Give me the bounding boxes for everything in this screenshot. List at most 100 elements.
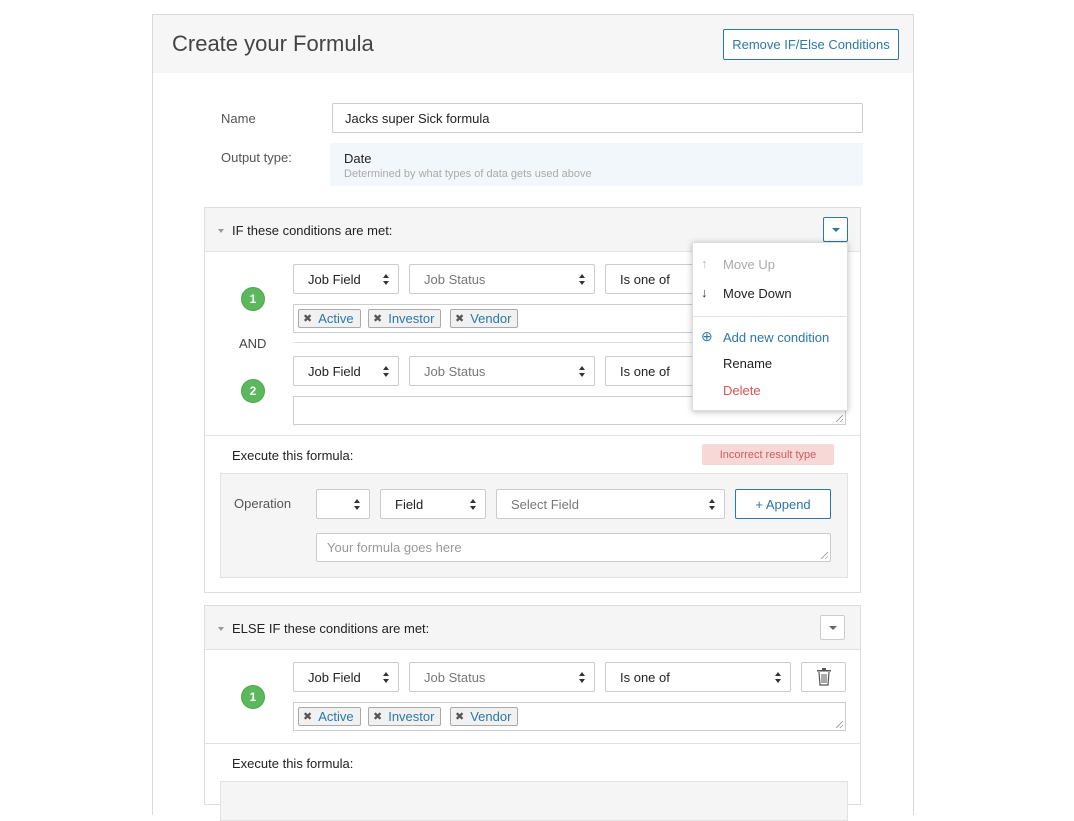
- remove-tag-icon[interactable]: ✖: [303, 312, 312, 325]
- tag-label: Investor: [388, 709, 435, 724]
- trash-icon: [816, 668, 831, 686]
- menu-divider: [693, 316, 847, 317]
- select-arrows-icon: [579, 365, 586, 378]
- divider: [205, 435, 860, 436]
- field-select[interactable]: Job Status: [409, 264, 595, 294]
- remove-tag-icon[interactable]: ✖: [455, 312, 464, 325]
- operation-panel: [220, 781, 848, 821]
- field-select[interactable]: Job Status: [409, 662, 595, 692]
- select-value: Job Field: [308, 669, 361, 685]
- select-value: Is one of: [620, 271, 670, 287]
- name-input[interactable]: Jacks super Sick formula: [332, 103, 863, 133]
- remove-tag-icon[interactable]: ✖: [373, 312, 382, 325]
- output-type-label: Output type:: [221, 150, 292, 165]
- else-if-section-title: ELSE IF these conditions are met:: [232, 621, 430, 636]
- remove-tag-icon[interactable]: ✖: [455, 710, 464, 723]
- tag-input[interactable]: ✖ Active ✖ Investor ✖ Vendor: [293, 304, 693, 333]
- tag-active[interactable]: ✖ Active: [298, 309, 361, 328]
- if-section-title: IF these conditions are met:: [232, 223, 393, 238]
- condition-number: 1: [241, 685, 265, 709]
- operator-select[interactable]: Is one of: [605, 264, 705, 294]
- field-type-select[interactable]: Job Field: [293, 662, 399, 692]
- select-arrows-icon: [354, 498, 361, 511]
- select-value: Job Status: [424, 669, 486, 685]
- output-type-box: Date Determined by what types of data ge…: [330, 143, 863, 186]
- select-value: Select Field: [511, 496, 579, 512]
- else-if-section-header: ELSE IF these conditions are met:: [205, 606, 860, 650]
- select-field-dropdown[interactable]: Select Field: [496, 489, 725, 519]
- collapse-caret-icon[interactable]: [218, 229, 224, 233]
- menu-item-add-condition[interactable]: Add new condition: [723, 330, 829, 345]
- card-header: Create your Formula Remove IF/Else Condi…: [153, 15, 913, 73]
- operation-label: Operation: [234, 496, 292, 511]
- tag-label: Active: [318, 311, 354, 326]
- error-badge: Incorrect result type: [702, 444, 834, 465]
- tag-investor[interactable]: ✖ Investor: [368, 707, 442, 726]
- page-title: Create your Formula: [172, 31, 374, 56]
- menu-item-move-up[interactable]: Move Up: [723, 257, 775, 272]
- operator-select[interactable]: Is one of: [605, 356, 705, 386]
- select-arrows-icon: [579, 671, 586, 684]
- arrow-up-icon: ↑: [701, 256, 708, 271]
- if-section-menu-button[interactable]: [823, 217, 848, 242]
- name-label: Name: [221, 111, 256, 126]
- formula-placeholder: Your formula goes here: [327, 540, 462, 555]
- else-if-section: ELSE IF these conditions are met: 1 Job …: [204, 605, 861, 821]
- output-type-hint: Determined by what types of data gets us…: [344, 168, 592, 180]
- execute-label: Execute this formula:: [232, 448, 354, 463]
- select-arrows-icon: [579, 273, 586, 286]
- divider: [293, 342, 693, 343]
- resize-handle-icon[interactable]: [821, 552, 828, 559]
- menu-item-rename[interactable]: Rename: [723, 356, 772, 371]
- select-value: Is one of: [620, 363, 670, 379]
- select-arrows-icon: [383, 273, 390, 286]
- remove-conditions-button[interactable]: Remove IF/Else Conditions: [723, 29, 899, 60]
- tag-investor[interactable]: ✖ Investor: [368, 309, 442, 328]
- tag-vendor[interactable]: ✖ Vendor: [450, 309, 519, 328]
- tag-vendor[interactable]: ✖ Vendor: [450, 707, 519, 726]
- resize-handle-icon[interactable]: [836, 721, 843, 728]
- tag-input[interactable]: ✖ Active ✖ Investor ✖ Vendor: [293, 702, 846, 731]
- select-arrows-icon: [709, 498, 716, 511]
- select-value: Field: [395, 496, 424, 512]
- select-value: Job Status: [424, 271, 486, 287]
- select-value: Job Field: [308, 363, 361, 379]
- else-if-section-menu-button[interactable]: [820, 615, 845, 640]
- divider: [205, 743, 860, 744]
- select-arrows-icon: [383, 365, 390, 378]
- condition-number: 1: [241, 287, 265, 311]
- operator-select[interactable]: Is one of: [605, 662, 791, 692]
- resize-handle-icon[interactable]: [836, 415, 843, 422]
- delete-condition-button[interactable]: [801, 662, 846, 692]
- arrow-down-icon: ↓: [701, 285, 708, 300]
- field-kind-select[interactable]: Field: [380, 489, 486, 519]
- tag-label: Investor: [388, 311, 435, 326]
- field-type-select[interactable]: Job Field: [293, 356, 399, 386]
- select-value: Job Status: [424, 363, 486, 379]
- chevron-down-icon: [831, 227, 840, 232]
- menu-item-move-down[interactable]: Move Down: [723, 286, 792, 301]
- remove-tag-icon[interactable]: ✖: [373, 710, 382, 723]
- output-type-value: Date: [344, 151, 372, 166]
- tag-label: Vendor: [470, 311, 512, 326]
- tag-active[interactable]: ✖ Active: [298, 707, 361, 726]
- tag-label: Active: [318, 709, 354, 724]
- field-select[interactable]: Job Status: [409, 356, 595, 386]
- remove-tag-icon[interactable]: ✖: [303, 710, 312, 723]
- menu-item-delete[interactable]: Delete: [723, 383, 761, 398]
- formula-textarea[interactable]: Your formula goes here: [316, 533, 831, 562]
- add-circle-icon: ⊕: [701, 328, 713, 344]
- select-value: Job Field: [308, 271, 361, 287]
- select-arrows-icon: [470, 498, 477, 511]
- condition-number: 2: [241, 379, 265, 403]
- operation-panel: Operation Field Select Field + Append Yo…: [220, 473, 848, 578]
- execute-label: Execute this formula:: [232, 756, 354, 771]
- collapse-caret-icon[interactable]: [218, 627, 224, 631]
- select-arrows-icon: [775, 671, 782, 684]
- and-label: AND: [239, 336, 267, 351]
- field-type-select[interactable]: Job Field: [293, 264, 399, 294]
- operation-select[interactable]: [316, 489, 370, 519]
- chevron-down-icon: [828, 625, 837, 630]
- append-button[interactable]: + Append: [735, 489, 831, 519]
- tag-label: Vendor: [470, 709, 512, 724]
